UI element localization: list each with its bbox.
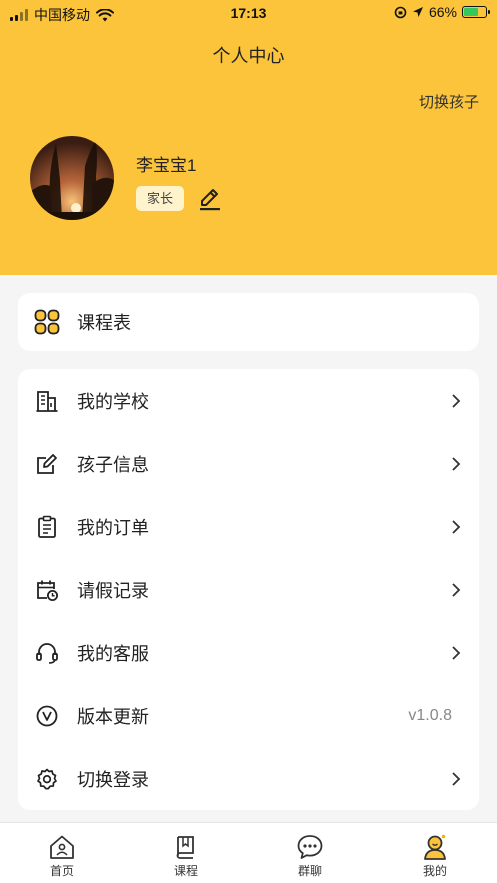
chevron-right-icon <box>452 771 461 786</box>
profile-header: 中国移动 17:13 66% 个人中心 切换孩子 李宝宝1 家长 <box>0 0 497 275</box>
tab-label: 首页 <box>49 864 74 878</box>
schedule-row[interactable]: 课程表 <box>18 290 479 353</box>
clipboard-icon <box>34 514 60 540</box>
version-v-icon <box>34 703 60 729</box>
menu-item-label: 请假记录 <box>77 580 149 601</box>
pencil-edit-icon[interactable] <box>198 186 222 212</box>
menu-item-version-update[interactable]: 版本更新 v1.0.8 <box>18 684 479 747</box>
chevron-right-icon <box>452 519 461 534</box>
version-number: v1.0.8 <box>408 706 452 724</box>
chevron-right-icon <box>452 393 461 408</box>
schedule-grid-icon <box>34 309 60 335</box>
menu-item-child-info[interactable]: 孩子信息 <box>18 432 479 495</box>
tab-group-chat[interactable]: 群聊 <box>248 823 372 883</box>
menu-item-my-school[interactable]: 我的学校 <box>18 369 479 432</box>
book-icon <box>176 836 194 859</box>
menu-item-label: 我的学校 <box>77 391 149 412</box>
tab-mine[interactable]: 我的 <box>373 823 497 883</box>
menu-item-label: 孩子信息 <box>77 454 149 475</box>
menu-item-label: 切换登录 <box>77 769 149 790</box>
chevron-right-icon <box>452 582 461 597</box>
menu-item-customer-service[interactable]: 我的客服 <box>18 621 479 684</box>
menu-item-switch-login[interactable]: 切换登录 <box>18 747 479 810</box>
schedule-label: 课程表 <box>77 312 131 333</box>
schedule-card[interactable]: 课程表 <box>18 293 479 351</box>
tab-courses[interactable]: 课程 <box>124 823 248 883</box>
status-right: 66% <box>394 4 490 20</box>
chevron-right-icon <box>452 456 461 471</box>
menu-item-label: 我的客服 <box>77 643 149 664</box>
menu-card: 我的学校 孩子信息 我的订单 请假记录 我的客服 版本更新 v1.0.8 切换登… <box>18 369 479 810</box>
rotation-lock-icon <box>394 6 407 18</box>
bottom-tab-bar: 首页 课程 群聊 我的 <box>0 822 497 883</box>
username: 李宝宝1 <box>136 156 197 175</box>
chat-icon <box>297 835 323 859</box>
edit-note-icon <box>34 451 60 477</box>
role-badge: 家长 <box>136 186 184 211</box>
battery-icon <box>462 6 490 18</box>
home-icon <box>50 835 74 859</box>
tab-label: 课程 <box>173 864 198 878</box>
tab-label: 群聊 <box>297 864 322 878</box>
menu-item-label: 版本更新 <box>77 706 149 727</box>
page-title: 个人中心 <box>212 46 285 66</box>
avatar-image <box>30 136 114 220</box>
battery-percent: 66% <box>428 4 457 20</box>
school-building-icon <box>34 388 60 414</box>
avatar[interactable] <box>30 136 114 220</box>
location-icon <box>412 7 423 17</box>
menu-item-my-orders[interactable]: 我的订单 <box>18 495 479 558</box>
switch-child-button[interactable]: 切换孩子 <box>419 91 479 112</box>
tab-label: 我的 <box>422 864 447 878</box>
headset-icon <box>34 640 60 666</box>
menu-item-leave-records[interactable]: 请假记录 <box>18 558 479 621</box>
menu-item-label: 我的订单 <box>77 517 149 538</box>
tab-home[interactable]: 首页 <box>0 823 124 883</box>
profile-icon <box>424 834 446 860</box>
chevron-right-icon <box>452 645 461 660</box>
gear-icon <box>34 766 60 792</box>
status-bar: 中国移动 17:13 66% <box>0 0 497 26</box>
calendar-clock-icon <box>34 577 60 603</box>
